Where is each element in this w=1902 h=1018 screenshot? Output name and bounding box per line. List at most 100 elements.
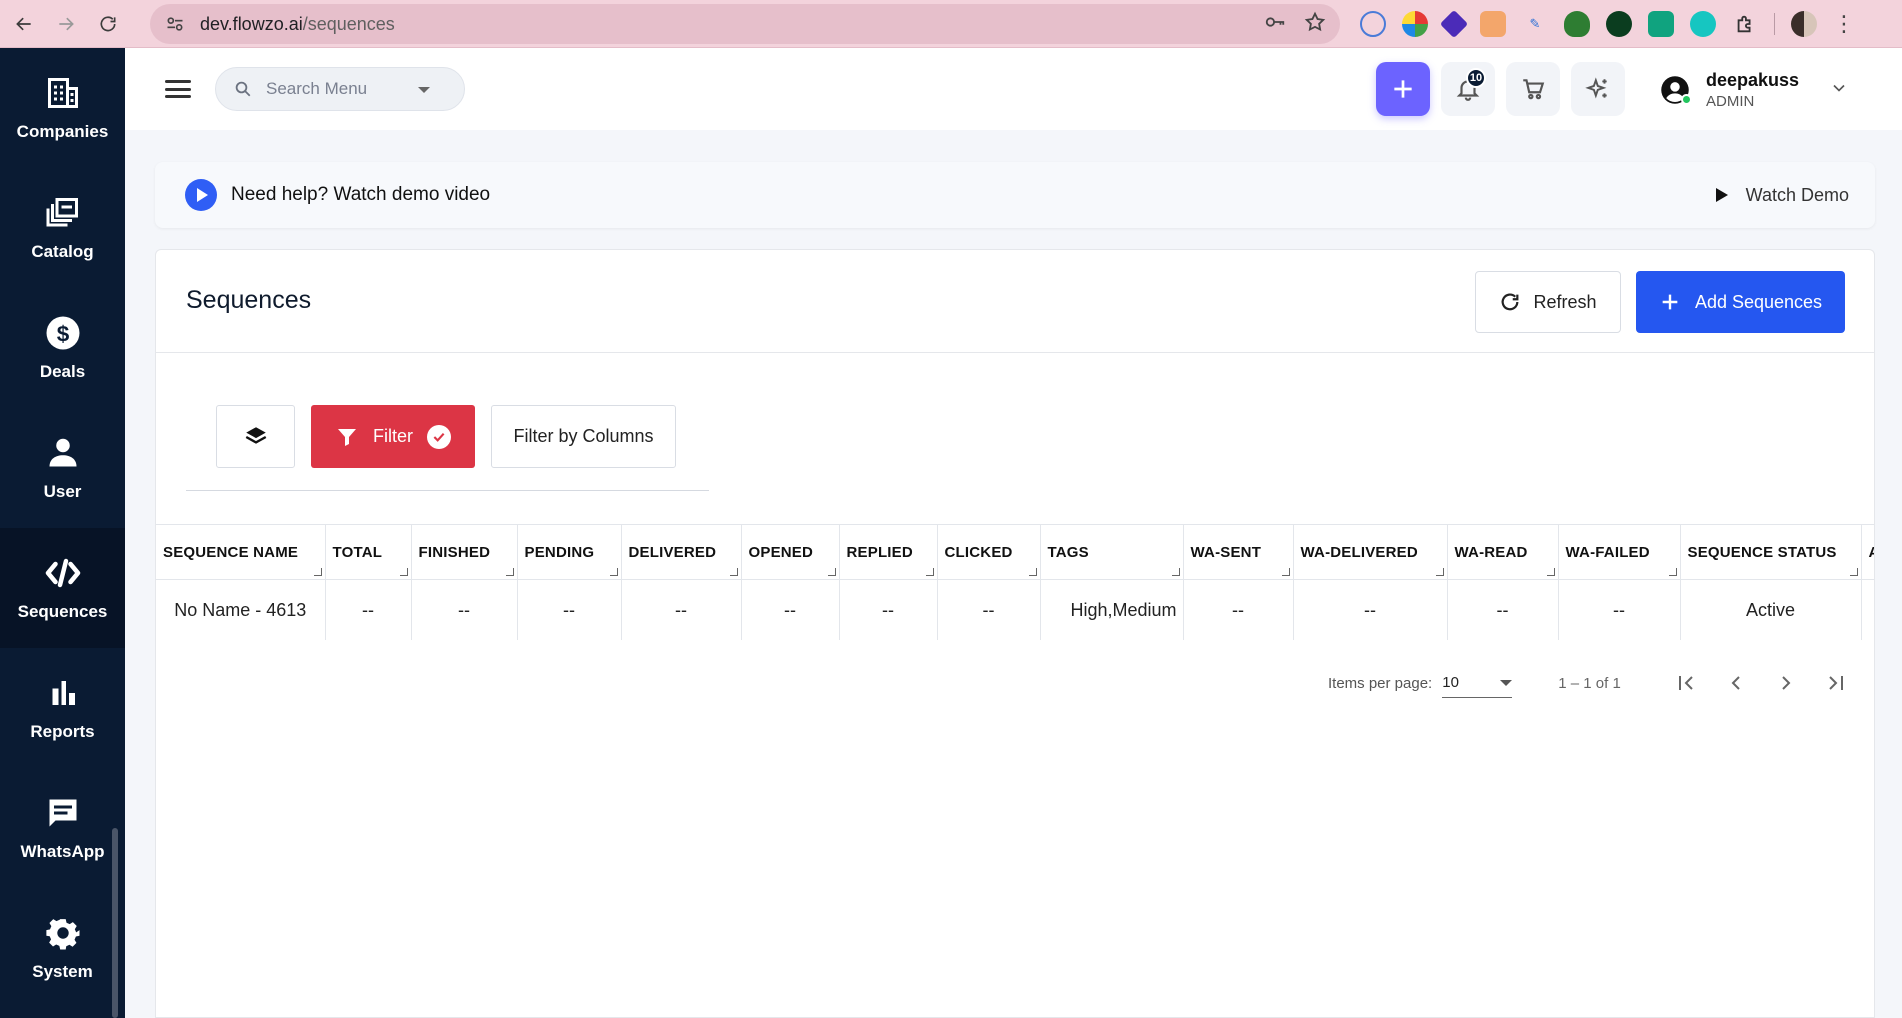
sidebar-item-label: WhatsApp — [20, 842, 105, 861]
notifications-button[interactable]: 10 — [1441, 62, 1495, 116]
sidebar-item-catalog[interactable]: Catalog — [0, 168, 125, 288]
table-row[interactable]: No Name - 4613 -- -- -- -- -- -- -- High… — [156, 579, 1874, 640]
dollar-icon: $ — [44, 314, 82, 352]
column-header[interactable]: WA-SENT — [1183, 524, 1294, 580]
sidebar-item-whatsapp[interactable]: WhatsApp — [0, 768, 125, 888]
column-header[interactable]: CLICKED — [937, 524, 1041, 580]
user-icon — [44, 434, 82, 472]
table-cell: -- — [839, 579, 938, 640]
filter-button[interactable]: Filter — [311, 405, 475, 468]
column-header[interactable]: FINISHED — [411, 524, 518, 580]
puzzle-icon[interactable] — [1732, 11, 1758, 37]
back-icon[interactable] — [6, 6, 42, 42]
extension-icon[interactable] — [1564, 11, 1590, 37]
last-page-icon[interactable] — [1811, 663, 1861, 703]
column-header[interactable]: PENDING — [517, 524, 622, 580]
help-text: Need help? Watch demo video — [231, 184, 491, 205]
help-banner: Need help? Watch demo video Watch Demo — [155, 162, 1875, 228]
extension-icon[interactable] — [1439, 9, 1469, 39]
refresh-button[interactable]: Refresh — [1475, 271, 1621, 333]
sidebar-item-deals[interactable]: $ Deals — [0, 288, 125, 408]
extension-icon[interactable]: ✎ — [1522, 11, 1548, 37]
ai-sparkle-button[interactable] — [1571, 62, 1625, 116]
filter-by-columns-button[interactable]: Filter by Columns — [491, 405, 676, 468]
sidebar-item-label: Catalog — [31, 242, 94, 261]
sidebar: Companies Catalog $ Deals User Sequences… — [0, 48, 125, 1018]
browser-toolbar: dev.flowzo.ai/sequences ✎ ⋮ — [0, 0, 1902, 48]
column-header[interactable]: TOTAL — [325, 524, 412, 580]
reload-icon[interactable] — [90, 6, 126, 42]
extension-icon[interactable] — [1606, 11, 1632, 37]
search-menu[interactable] — [215, 67, 465, 111]
next-page-icon[interactable] — [1761, 663, 1811, 703]
layers-button[interactable] — [216, 405, 295, 468]
forward-icon[interactable] — [48, 6, 84, 42]
extension-icon[interactable] — [1480, 11, 1506, 37]
site-settings-icon[interactable] — [164, 13, 186, 35]
column-header[interactable]: OPENED — [741, 524, 840, 580]
column-header[interactable]: DELIVERED — [621, 524, 742, 580]
extension-icon[interactable] — [1690, 11, 1716, 37]
plus-icon — [1662, 294, 1678, 310]
profile-avatar[interactable] — [1791, 11, 1817, 37]
table-cell: High,Medium — [1040, 579, 1184, 640]
companies-icon — [44, 74, 82, 112]
filter-icon — [338, 428, 356, 446]
column-header[interactable]: SEQUENCE STATUS — [1680, 524, 1862, 580]
sidebar-scrollbar[interactable] — [112, 828, 118, 1018]
sidebar-item-companies[interactable]: Companies — [0, 48, 125, 168]
extension-icon[interactable] — [1648, 11, 1674, 37]
add-sequences-button[interactable]: Add Sequences — [1636, 271, 1845, 333]
extension-icon[interactable] — [1360, 11, 1386, 37]
browser-menu-icon[interactable]: ⋮ — [1833, 13, 1855, 35]
sidebar-item-sequences[interactable]: Sequences — [0, 528, 125, 648]
table-cell: -- — [1183, 579, 1294, 640]
status-cell: Active — [1680, 579, 1862, 640]
column-header[interactable]: TAGS — [1040, 524, 1184, 580]
bookmark-star-icon[interactable] — [1304, 11, 1326, 38]
column-header[interactable]: A — [1861, 524, 1874, 580]
column-header[interactable]: SEQUENCE NAME — [156, 524, 326, 580]
check-circle-icon — [427, 424, 451, 449]
table-cell: -- — [517, 579, 622, 640]
hamburger-menu-icon[interactable] — [165, 76, 191, 102]
user-menu[interactable]: deepakuss ADMIN — [1660, 64, 1849, 116]
sidebar-item-user[interactable]: User — [0, 408, 125, 528]
watch-demo-button[interactable]: Watch Demo — [1715, 162, 1849, 228]
address-bar[interactable]: dev.flowzo.ai/sequences — [150, 4, 1340, 44]
chevron-down-icon — [1500, 679, 1513, 686]
bar-chart-icon — [44, 674, 82, 712]
table-cell: -- — [325, 579, 412, 640]
column-header[interactable]: WA-READ — [1447, 524, 1559, 580]
search-menu-input[interactable] — [266, 79, 416, 99]
previous-page-icon[interactable] — [1711, 663, 1761, 703]
sparkle-icon — [1585, 77, 1607, 99]
sidebar-item-label: Sequences — [17, 602, 108, 621]
sidebar-item-reports[interactable]: Reports — [0, 648, 125, 768]
extension-icon[interactable] — [1402, 11, 1428, 37]
cart-icon — [1523, 79, 1545, 100]
gear-icon — [44, 914, 82, 952]
chevron-down-icon[interactable] — [418, 87, 430, 93]
items-per-page-select[interactable]: 10 — [1442, 668, 1513, 698]
layers-icon — [245, 426, 266, 444]
sidebar-item-label: System — [32, 962, 93, 981]
card-header: Sequences Refresh Add Sequences — [156, 250, 1874, 353]
column-header[interactable]: WA-DELIVERED — [1293, 524, 1448, 580]
column-header[interactable]: WA-FAILED — [1558, 524, 1681, 580]
watch-demo-label: Watch Demo — [1745, 184, 1849, 205]
extensions-bar: ✎ ⋮ — [1360, 8, 1855, 40]
chat-icon — [44, 794, 82, 832]
column-header[interactable]: REPLIED — [839, 524, 938, 580]
cart-button[interactable] — [1506, 62, 1560, 116]
sidebar-item-system[interactable]: System — [0, 888, 125, 1008]
app-header: 10 deepakuss ADMIN — [125, 48, 1902, 130]
quick-add-button[interactable] — [1376, 62, 1430, 116]
password-key-icon[interactable] — [1264, 11, 1286, 38]
chevron-down-icon[interactable] — [1829, 78, 1849, 103]
first-page-icon[interactable] — [1661, 663, 1711, 703]
sequences-table: SEQUENCE NAME TOTAL FINISHED PENDING DEL… — [156, 524, 1874, 640]
page-title: Sequences — [186, 286, 312, 314]
notification-count-badge: 10 — [1466, 68, 1486, 88]
play-circle-icon[interactable] — [185, 179, 217, 211]
